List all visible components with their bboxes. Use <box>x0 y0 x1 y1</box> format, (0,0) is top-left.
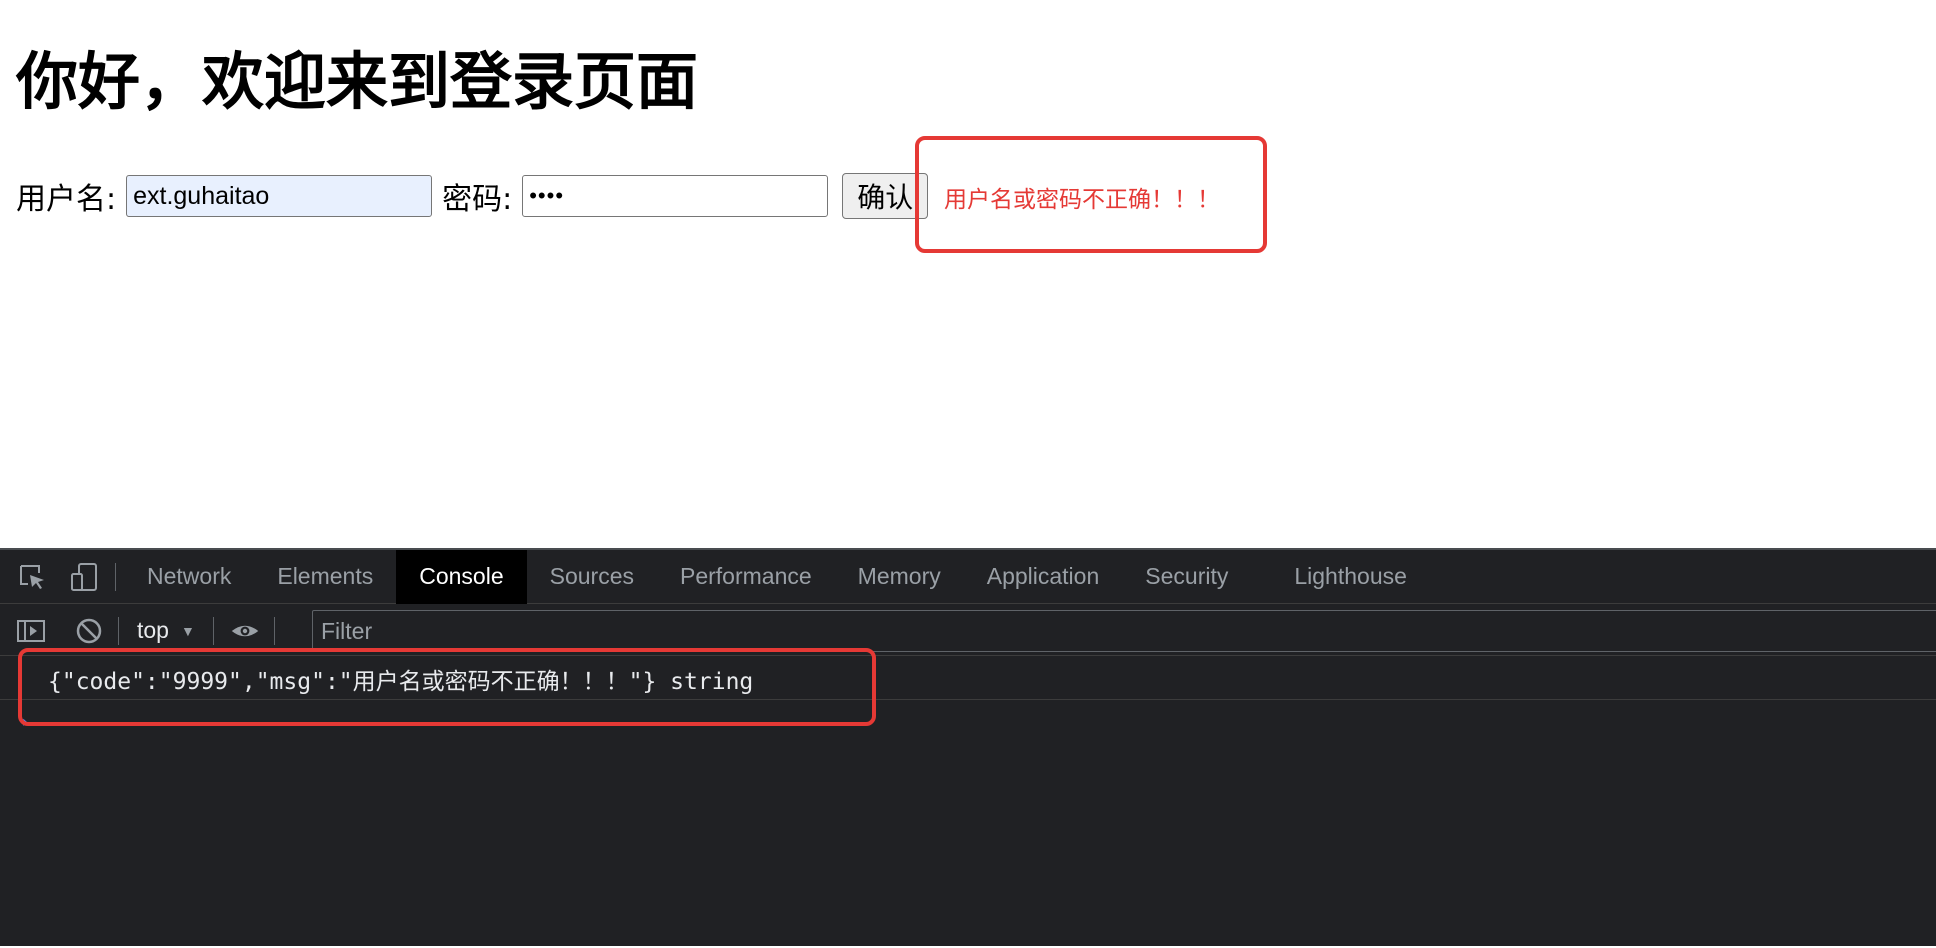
web-page: 你好，欢迎来到登录页面 用户名: ext.guhaitao 密码: •••• 确… <box>0 0 1936 548</box>
confirm-button[interactable]: 确认 <box>842 173 929 219</box>
toolbar-separator <box>115 562 116 591</box>
tab-security[interactable]: Security <box>1122 550 1251 604</box>
tab-memory[interactable]: Memory <box>835 550 964 604</box>
tab-lighthouse[interactable]: Lighthouse <box>1271 550 1430 604</box>
password-masked-value: •••• <box>529 183 565 208</box>
error-message: 用户名或密码不正确！！！ <box>944 187 1220 213</box>
password-label: 密码: <box>442 182 513 217</box>
live-expression-eye-icon[interactable] <box>230 616 260 646</box>
console-prompt-icon[interactable]: › <box>20 712 30 731</box>
context-selector[interactable]: top ▼ <box>137 617 195 644</box>
clear-console-icon[interactable] <box>74 616 104 646</box>
login-form: 用户名: ext.guhaitao 密码: •••• 确认 <box>16 173 929 219</box>
context-value: top <box>137 617 169 643</box>
page-title: 你好，欢迎来到登录页面 <box>16 45 699 118</box>
devtools-panel: Network Elements Console Sources Perform… <box>0 548 1936 946</box>
filter-placeholder: Filter <box>321 617 373 644</box>
username-label: 用户名: <box>16 182 117 217</box>
tab-network[interactable]: Network <box>124 550 254 604</box>
console-toolbar: top ▼ Filter <box>0 606 1936 656</box>
toolbar-separator <box>273 616 275 645</box>
toolbar-separator <box>118 616 119 645</box>
tab-elements[interactable]: Elements <box>254 550 396 604</box>
inspect-element-icon[interactable] <box>17 562 47 592</box>
console-log-entry: {"code":"9999","msg":"用户名或密码不正确！！！"} str… <box>0 658 1936 700</box>
device-toolbar-icon[interactable] <box>69 562 99 592</box>
username-value: ext.guhaitao <box>133 181 270 210</box>
tab-application[interactable]: Application <box>964 550 1123 604</box>
tab-performance[interactable]: Performance <box>657 550 835 604</box>
tab-sources[interactable]: Sources <box>527 550 657 604</box>
dropdown-arrow-icon: ▼ <box>180 622 195 639</box>
toolbar-separator <box>212 616 214 645</box>
devtools-tab-bar: Network Elements Console Sources Perform… <box>0 549 1936 604</box>
console-filter-input[interactable]: Filter <box>312 610 1936 652</box>
sidebar-toggle-icon[interactable] <box>16 616 46 646</box>
console-output: {"code":"9999","msg":"用户名或密码不正确！！！"} str… <box>0 658 1936 948</box>
username-input[interactable]: ext.guhaitao <box>126 175 433 217</box>
tab-console[interactable]: Console <box>396 549 527 604</box>
console-log-text: {"code":"9999","msg":"用户名或密码不正确！！！"} str… <box>48 668 754 695</box>
password-input[interactable]: •••• <box>522 175 829 217</box>
